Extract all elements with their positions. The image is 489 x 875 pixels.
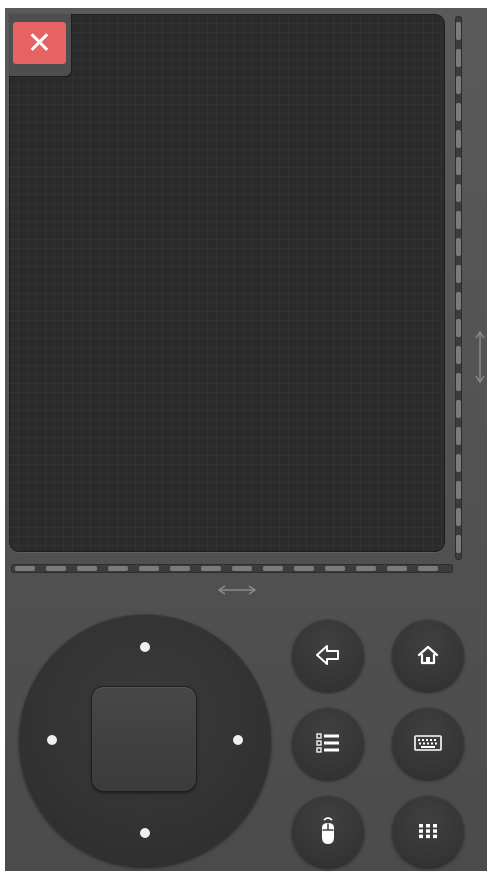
scroll-dash (456, 22, 461, 40)
scroll-dash (139, 566, 159, 571)
scroll-dash (456, 130, 461, 148)
scroll-dash (325, 566, 345, 571)
dpad (19, 614, 271, 866)
scroll-dash (456, 103, 461, 121)
scroll-dash (456, 265, 461, 283)
vertical-scroll-strip[interactable] (455, 16, 462, 560)
home-button[interactable] (392, 619, 464, 691)
scroll-dash (456, 454, 461, 472)
back-arrow-icon (316, 645, 339, 665)
scroll-dash (387, 566, 407, 571)
close-tab: ✕ (9, 14, 71, 76)
scroll-dash (456, 157, 461, 175)
close-icon: ✕ (26, 25, 53, 61)
mouse-button[interactable] (292, 795, 364, 867)
dpad-up-button[interactable] (140, 642, 150, 652)
scroll-dash (456, 319, 461, 337)
scroll-dash (456, 508, 461, 526)
scroll-dash (456, 373, 461, 391)
scroll-dash (77, 566, 97, 571)
scroll-dash (456, 346, 461, 364)
scroll-dash (456, 184, 461, 202)
scroll-dash (15, 566, 35, 571)
horizontal-resize-icon[interactable] (217, 585, 257, 595)
scroll-dash (456, 481, 461, 499)
remote-panel: ✕ (5, 8, 487, 871)
home-icon (417, 645, 439, 665)
scroll-dash (294, 566, 314, 571)
dpad-down-button[interactable] (140, 828, 150, 838)
scroll-dash (456, 535, 461, 553)
scroll-dash (232, 566, 252, 571)
horizontal-scroll-strip[interactable] (11, 564, 453, 573)
back-button[interactable] (292, 619, 364, 691)
scroll-dash (46, 566, 66, 571)
dpad-left-button[interactable] (47, 735, 57, 745)
scroll-dash (418, 566, 438, 571)
touchpad[interactable]: ✕ (9, 14, 445, 552)
vertical-resize-icon[interactable] (475, 329, 485, 385)
scroll-dash (456, 400, 461, 418)
keyboard-button[interactable] (392, 707, 464, 779)
grid-apps-icon (419, 824, 437, 839)
scroll-dash (170, 566, 190, 571)
scroll-dash (356, 566, 376, 571)
scroll-dash (456, 238, 461, 256)
scroll-dash (456, 427, 461, 445)
scroll-dash (263, 566, 283, 571)
dpad-right-button[interactable] (233, 735, 243, 745)
scroll-dash (456, 49, 461, 67)
apps-button[interactable] (392, 795, 464, 867)
mouse-icon (322, 817, 334, 844)
dpad-ok-button[interactable] (92, 687, 196, 791)
scroll-dash (456, 292, 461, 310)
scroll-dash (108, 566, 128, 571)
scroll-dash (456, 211, 461, 229)
list-menu-icon (316, 733, 339, 753)
scroll-dash (201, 566, 221, 571)
keyboard-icon (414, 735, 442, 751)
scroll-dash (456, 76, 461, 94)
menu-button[interactable] (292, 707, 364, 779)
close-button[interactable]: ✕ (13, 22, 66, 64)
